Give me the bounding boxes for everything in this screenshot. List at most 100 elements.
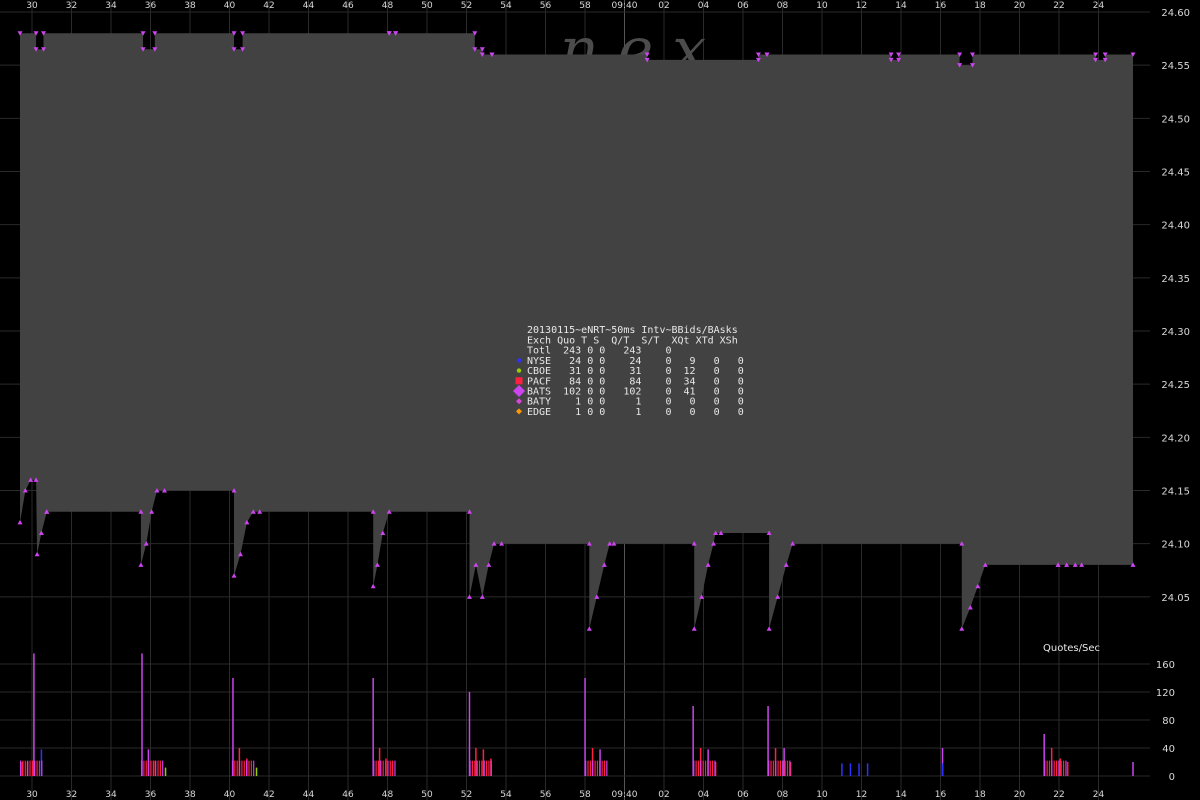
bid-point — [138, 562, 144, 567]
qps-bar — [1066, 762, 1069, 776]
time-tick-label-bottom: 58 — [579, 790, 591, 800]
bid-point — [370, 583, 376, 589]
bid-point — [586, 626, 592, 631]
qps-base-bar — [784, 760, 786, 776]
time-tick-label-bottom: 48 — [382, 790, 394, 800]
qps-base-bar — [238, 760, 241, 776]
time-tick-label-bottom: 46 — [342, 790, 354, 800]
qps-base-bar — [31, 760, 33, 776]
price-tick-label: 24.60 — [1161, 8, 1190, 19]
qps-base-bar — [1060, 760, 1062, 776]
qps-base-bar — [786, 760, 789, 776]
qps-base-bar — [41, 760, 43, 776]
qps-base-bar — [243, 760, 245, 776]
qps-base-bar — [27, 760, 29, 776]
time-tick-label-top: 58 — [579, 1, 591, 11]
time-tick-label-bottom: 34 — [105, 790, 117, 800]
time-tick-label-bottom: 36 — [145, 790, 157, 800]
qps-base-bar — [143, 760, 145, 776]
bid-point — [691, 626, 697, 631]
qps-base-bar — [476, 760, 478, 776]
qps-base-bar — [693, 760, 695, 776]
time-tick-label-top: 06 — [737, 1, 749, 11]
qps-base-bar — [38, 760, 41, 776]
qps-base-bar — [490, 760, 492, 776]
qps-base-bar — [474, 760, 476, 776]
qps-base-bar — [695, 760, 697, 776]
qps-base-bar — [29, 760, 31, 776]
qps-base-bar — [373, 760, 375, 776]
legend-marker — [516, 358, 522, 363]
qps-base-bar — [246, 760, 248, 776]
qps-bar — [858, 763, 860, 776]
qps-base-bar — [592, 760, 594, 776]
qps-bar — [1132, 762, 1134, 776]
time-tick-label-top: 08 — [777, 1, 789, 11]
qps-base-bar — [157, 760, 159, 776]
legend-row: EDGE 1 0 0 1 0 0 0 0 — [527, 407, 744, 418]
time-tick-label-top: 56 — [540, 1, 552, 11]
time-tick-label-top: 04 — [698, 1, 710, 11]
time-tick-label-top: 09:40 — [612, 1, 638, 11]
qps-base-bar — [145, 760, 147, 776]
time-tick-label-top: 20 — [1014, 1, 1026, 11]
qps-base-bar — [1046, 760, 1048, 776]
qps-base-bar — [714, 760, 716, 776]
qps-base-bar — [775, 760, 777, 776]
time-tick-label-top: 38 — [184, 1, 196, 11]
qps-base-bar — [601, 760, 603, 776]
time-tick-label-bottom: 14 — [895, 790, 907, 800]
qps-base-bar — [236, 760, 238, 776]
qps-base-bar — [589, 760, 591, 776]
qps-base-bar — [1055, 760, 1058, 776]
legend-title: 20130115~eNRT~50ms Intv~BBids/BAsks — [527, 325, 738, 336]
qps-tick-label: 0 — [1169, 772, 1175, 783]
qps-base-bar — [140, 760, 143, 776]
qps-base-bar — [150, 760, 152, 776]
qps-tick-label: 40 — [1162, 744, 1175, 755]
qps-tick-label: 120 — [1156, 688, 1175, 699]
price-tick-label: 24.45 — [1161, 168, 1190, 179]
qps-base-bar — [772, 760, 774, 776]
time-tick-label-bottom: 16 — [935, 790, 947, 800]
qps-base-bar — [380, 760, 382, 776]
time-tick-label-bottom: 02 — [658, 790, 669, 800]
price-tick-label: 24.35 — [1161, 274, 1190, 285]
qps-base-bar — [779, 760, 782, 776]
time-tick-label-bottom: 24 — [1093, 790, 1105, 800]
qps-base-bar — [707, 760, 709, 776]
qps-base-bar — [1063, 760, 1065, 776]
qps-base-bar — [382, 760, 384, 776]
qps-base-bar — [697, 760, 700, 776]
legend-marker-pacf — [515, 377, 523, 385]
qps-base-bar — [709, 760, 711, 776]
qps-base-bar — [22, 760, 24, 776]
time-tick-label-top: 16 — [935, 1, 947, 11]
qps-base-bar — [250, 760, 252, 776]
time-tick-label-bottom: 06 — [737, 790, 749, 800]
qps-base-bar — [596, 760, 599, 776]
qps-base-bar — [375, 760, 377, 776]
price-tick-label: 24.55 — [1161, 61, 1190, 72]
qps-base-bar — [1058, 760, 1060, 776]
qps-base-bar — [585, 760, 587, 776]
qps-base-bar — [147, 760, 150, 776]
time-tick-label-top: 44 — [303, 1, 315, 11]
time-tick-label-top: 46 — [342, 1, 354, 11]
time-tick-label-bottom: 09:40 — [612, 790, 638, 800]
bid-point — [231, 573, 237, 578]
qps-base-bar — [377, 760, 380, 776]
qps-bar — [941, 763, 944, 776]
qps-bar — [164, 767, 167, 776]
qps-base-bar — [24, 760, 26, 776]
bid-point — [17, 519, 23, 525]
qps-base-bar — [384, 760, 387, 776]
time-tick-label-top: 12 — [856, 1, 867, 11]
time-tick-label-bottom: 50 — [421, 790, 433, 800]
time-tick-label-bottom: 32 — [66, 790, 77, 800]
time-tick-label-bottom: 44 — [303, 790, 315, 800]
legend-marker — [516, 368, 522, 373]
qps-base-bar — [1044, 760, 1046, 776]
qps-base-bar — [253, 760, 255, 776]
time-tick-label-bottom: 54 — [500, 790, 512, 800]
